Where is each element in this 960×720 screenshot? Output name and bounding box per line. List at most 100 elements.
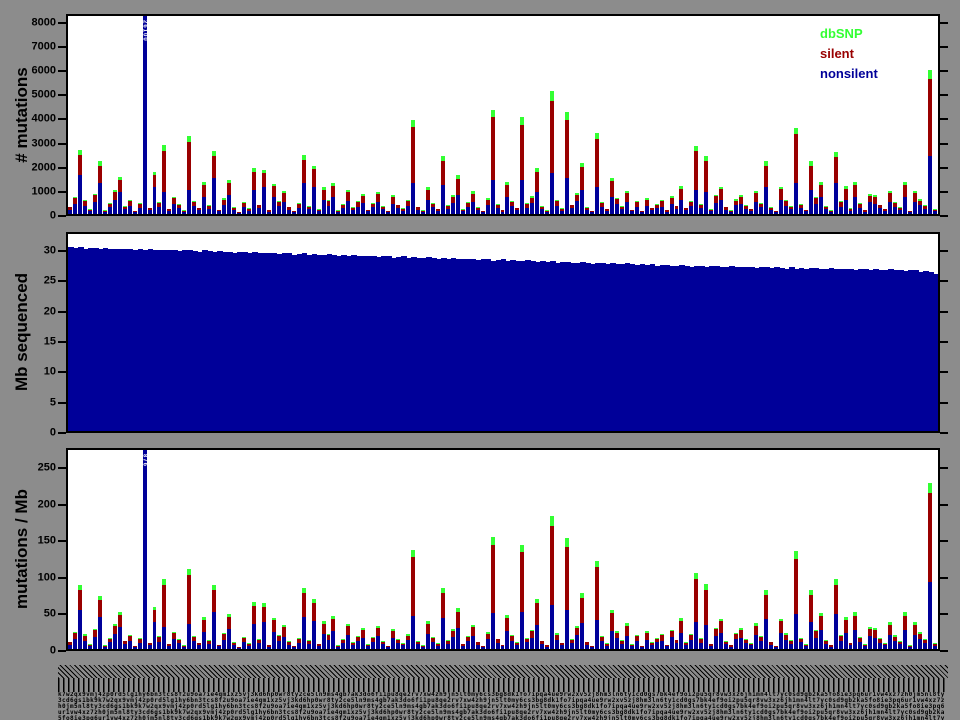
bar-stack <box>848 642 853 649</box>
bar-segment-silent <box>575 194 580 202</box>
bar-stack <box>515 207 520 214</box>
bar-stack <box>565 112 570 214</box>
bar-stack <box>316 209 321 214</box>
bar-stack <box>495 638 500 649</box>
bar-segment-nonsilent <box>346 200 351 214</box>
bar-segment-nonsilent <box>674 208 679 214</box>
y-tick-left <box>58 250 66 253</box>
bar-stack <box>619 205 624 214</box>
bar-segment-nonsilent <box>764 619 768 649</box>
bar-segment-nonsilent <box>664 211 669 214</box>
bars-area-mutations-per-mb: 876 <box>68 450 938 649</box>
bar-segment-nonsilent <box>366 646 371 649</box>
bar-stack <box>709 643 714 649</box>
bar-segment-nonsilent <box>634 640 639 649</box>
y-tick-left <box>58 142 66 145</box>
bar-segment-nonsilent <box>232 644 237 649</box>
bar-stack <box>112 624 117 649</box>
bar-segment-nonsilent <box>734 205 739 214</box>
bar-segment-nonsilent <box>719 632 724 649</box>
bar-stack <box>505 182 510 214</box>
bar-segment-silent <box>843 188 848 200</box>
bar-segment-nonsilent <box>286 209 291 214</box>
bar-segment-nonsilent <box>207 643 212 649</box>
bar-stack <box>838 634 843 649</box>
bar-stack <box>724 206 729 214</box>
bar-segment-nonsilent <box>585 644 589 649</box>
bar-segment-nonsilent <box>883 210 888 214</box>
y-tick-right <box>940 250 948 253</box>
y-tick-left <box>58 540 66 543</box>
bar-stack <box>386 645 391 649</box>
bar-stack <box>724 640 729 649</box>
bar-stack <box>629 209 634 214</box>
bar-stack <box>356 635 361 649</box>
bar-segment-nonsilent <box>232 209 237 214</box>
bar-segment-silent <box>714 629 719 637</box>
bar-segment-nonsilent <box>242 641 246 649</box>
bar-stack <box>749 643 754 649</box>
y-axis-label-mutations-per-mb: mutations / Mb <box>12 489 31 609</box>
bar-mb <box>933 274 938 431</box>
bar-stack <box>764 589 768 649</box>
bar-segment-nonsilent <box>808 189 813 214</box>
bar-segment-nonsilent <box>301 182 306 214</box>
bar-segment-nonsilent <box>933 211 937 214</box>
bar-segment-silent <box>391 197 396 204</box>
bar-segment-silent <box>440 592 445 619</box>
bar-segment-nonsilent <box>868 635 873 649</box>
bar-stack <box>261 603 266 649</box>
bar-segment-silent <box>694 579 699 623</box>
bar-segment-silent <box>227 182 232 195</box>
bar-segment-nonsilent <box>117 627 122 649</box>
bar-stack <box>614 631 619 649</box>
bar-segment-nonsilent <box>540 644 545 649</box>
y-tick-left <box>58 432 66 434</box>
bar-stack <box>654 637 659 649</box>
y-tick-right <box>940 401 948 404</box>
bar-segment-silent <box>251 171 256 190</box>
bar-stack <box>102 645 107 649</box>
bar-segment-nonsilent <box>724 209 729 214</box>
bar-stack <box>813 629 818 649</box>
bar-stack <box>187 569 192 649</box>
y-tick-right <box>940 142 948 145</box>
bar-segment-dbsnp <box>928 70 933 79</box>
bar-stack <box>396 204 401 214</box>
bar-segment-nonsilent <box>92 201 97 214</box>
bar-segment-silent <box>152 609 157 623</box>
bar-stack <box>674 205 679 214</box>
y-axis-label-num-mutations: # mutations <box>12 67 31 163</box>
bar-segment-nonsilent <box>679 199 684 214</box>
bar-segment-silent <box>331 185 336 198</box>
bar-segment-nonsilent <box>187 624 192 649</box>
bar-stack <box>331 182 336 214</box>
bar-stack <box>679 618 684 649</box>
bar-stack <box>634 635 639 649</box>
bar-segment-nonsilent <box>624 635 629 649</box>
bar-stack <box>510 200 515 214</box>
y-tick-right <box>940 215 948 217</box>
y-tick-left <box>58 215 66 217</box>
bar-segment-silent <box>301 159 306 183</box>
bar-stack <box>251 168 256 214</box>
bar-segment-silent <box>301 592 306 617</box>
bar-segment-nonsilent <box>833 613 838 649</box>
bar-segment-nonsilent <box>828 646 833 649</box>
bar-segment-nonsilent <box>744 208 749 214</box>
bar-segment-silent <box>644 632 649 640</box>
bar-stack <box>928 70 933 214</box>
bar-stack <box>893 202 898 214</box>
bar-segment-nonsilent <box>286 644 291 649</box>
bar-stack <box>644 197 649 214</box>
bar-segment-nonsilent <box>560 645 565 649</box>
bar-segment-nonsilent <box>346 635 351 649</box>
y-tick-left <box>58 21 66 24</box>
bar-segment-nonsilent <box>570 208 575 214</box>
y-tick-left <box>58 280 66 283</box>
bar-stack <box>604 208 609 214</box>
bar-segment-nonsilent <box>505 630 510 649</box>
bar-stack <box>933 643 937 649</box>
bar-segment-nonsilent <box>127 640 132 649</box>
bar-segment-silent <box>764 165 768 188</box>
